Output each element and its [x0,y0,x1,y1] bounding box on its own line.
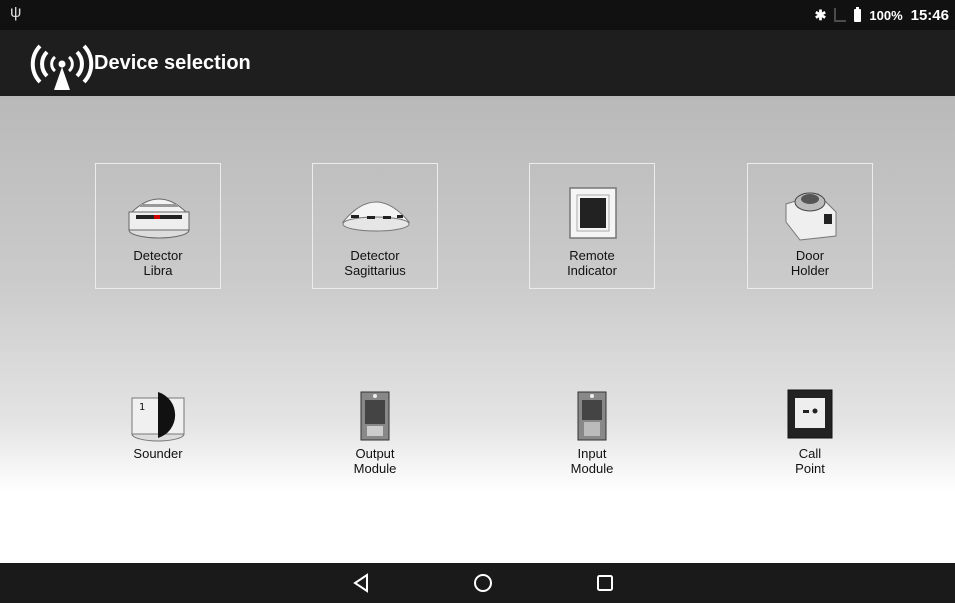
usb-icon: ψ [10,4,22,21]
nav-bar [0,563,955,603]
device-tile-output-module[interactable]: Output Module [312,366,438,492]
signal-icon [834,8,847,22]
sounder-icon: 1 [131,392,185,442]
home-icon[interactable] [471,571,495,595]
battery-percent: 100% [869,7,903,23]
tile-label-line2: Module [570,461,614,476]
tile-label-line2: Sagittarius [344,263,406,278]
device-tile-detector-sagittarius[interactable]: Detector Sagittarius [312,163,438,289]
tile-label-line2: Point [795,461,825,476]
device-tile-sounder[interactable]: 1 Sounder [95,366,221,492]
tile-label-line2: Module [353,461,397,476]
tile-label-line1: Remote [569,248,615,263]
back-icon[interactable] [350,571,374,595]
tile-label-line1: Detector [133,248,183,263]
detector-libra-icon [128,198,190,239]
wireless-signal-icon [30,44,94,90]
tile-label-line2: Holder [790,263,830,278]
tile-label-line2: Indicator [567,263,617,278]
tile-label-line1: Output [355,446,395,461]
tile-label-line1: Call [798,446,822,461]
tile-label-line1: Detector [350,248,400,263]
detector-sagittarius-icon [341,201,411,232]
status-icons: ✱ 100% 15:46 [815,5,949,25]
tile-label-line1: Door [795,248,825,263]
device-grid: Detector Libra Detector Sagittarius Remo… [0,96,955,563]
clock: 15:46 [910,6,949,24]
recent-apps-icon[interactable] [593,571,617,595]
tile-label-line2: Libra [143,263,173,278]
device-tile-call-point[interactable]: Call Point [747,366,873,492]
app-bar: Device selection [0,30,955,96]
bluetooth-icon: ✱ [814,6,827,23]
device-tile-input-module[interactable]: Input Module [529,366,655,492]
device-tile-remote-indicator[interactable]: Remote Indicator [529,163,655,289]
svg-text:1: 1 [139,402,145,413]
device-tile-detector-libra[interactable]: Detector Libra [95,163,221,289]
battery-icon [854,6,862,22]
page-title: Device selection [94,52,251,74]
device-tile-door-holder[interactable]: Door Holder [747,163,873,289]
status-bar: ψ ✱ 100% 15:46 [0,0,955,30]
input-module-icon [577,391,607,441]
tile-label-line1: Input [577,446,607,461]
tile-label-line1: Sounder [133,446,183,461]
remote-indicator-icon [569,187,617,239]
call-point-icon [787,389,833,439]
door-holder-icon [785,192,837,241]
output-module-icon [360,391,390,441]
